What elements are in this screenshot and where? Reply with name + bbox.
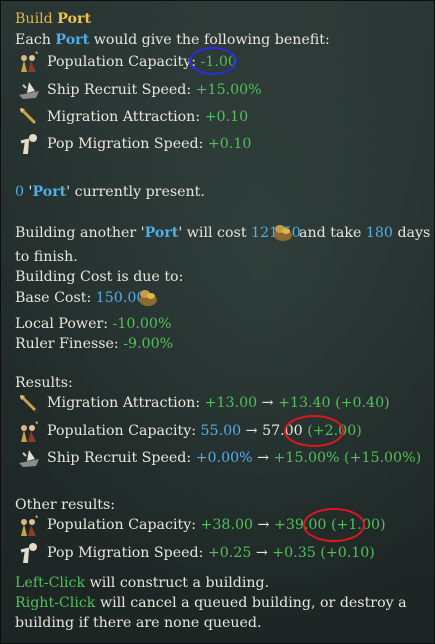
ship-icon bbox=[19, 82, 39, 99]
migration-icon bbox=[19, 394, 39, 414]
population-icon bbox=[21, 515, 38, 536]
benefit-row-pop-migration: Pop Migration Speed: +0.10 bbox=[47, 136, 252, 152]
result-row-ship: Ship Recruit Speed: +0.00% → +15.00% (+1… bbox=[47, 450, 422, 466]
cost-line-2: to finish. bbox=[15, 249, 78, 265]
annotation-red-circle bbox=[303, 508, 365, 542]
title-building-name: Port bbox=[57, 11, 92, 27]
title-prefix: Build bbox=[15, 11, 53, 27]
population-icon bbox=[21, 51, 38, 72]
cost-due-heading: Building Cost is due to: bbox=[15, 269, 184, 285]
present-count-line: 0 'Port' currently present. bbox=[15, 184, 205, 200]
ruler-finesse-line: Ruler Finesse: -9.00% bbox=[15, 336, 174, 352]
pop-migration-icon bbox=[20, 134, 37, 154]
benefit-row-ship: Ship Recruit Speed: +15.00% bbox=[47, 82, 262, 98]
cost-duration: and take 180 days bbox=[299, 225, 431, 241]
base-cost-line: Base Cost: 150.00 bbox=[15, 290, 146, 306]
gold-coins-icon bbox=[274, 225, 292, 241]
local-power-line: Local Power: -10.00% bbox=[15, 316, 172, 332]
right-click-hint: Right-Click will cancel a queued buildin… bbox=[15, 595, 407, 611]
left-click-hint: Left-Click will construct a building. bbox=[15, 575, 270, 591]
ship-icon bbox=[19, 450, 39, 467]
tooltip-title: Build Port bbox=[15, 9, 91, 29]
benefit-intro: Each Port would give the following benef… bbox=[15, 32, 330, 48]
annotation-blue-circle bbox=[189, 47, 237, 75]
build-port-tooltip: Build Port Each Port would give the foll… bbox=[0, 0, 435, 644]
benefit-building-name: Port bbox=[55, 32, 90, 48]
population-icon bbox=[21, 421, 38, 442]
result-row-migration: Migration Attraction: +13.00 → +13.40 (+… bbox=[47, 395, 390, 411]
other-row-pop-migration: Pop Migration Speed: +0.25 → +0.35 (+0.1… bbox=[47, 545, 375, 561]
right-click-hint-line-2: building if there are none queued. bbox=[15, 615, 262, 631]
cost-days: 180 bbox=[365, 225, 393, 241]
results-heading: Results: bbox=[15, 375, 73, 391]
benefit-row-migration: Migration Attraction: +0.10 bbox=[47, 109, 249, 125]
migration-icon bbox=[19, 107, 39, 127]
pop-migration-icon bbox=[20, 543, 37, 563]
other-results-heading: Other results: bbox=[15, 497, 116, 513]
annotation-red-circle bbox=[284, 415, 344, 447]
cost-line: Building another 'Port' will cost 121.50 bbox=[15, 223, 301, 243]
gold-coins-icon bbox=[139, 290, 157, 306]
